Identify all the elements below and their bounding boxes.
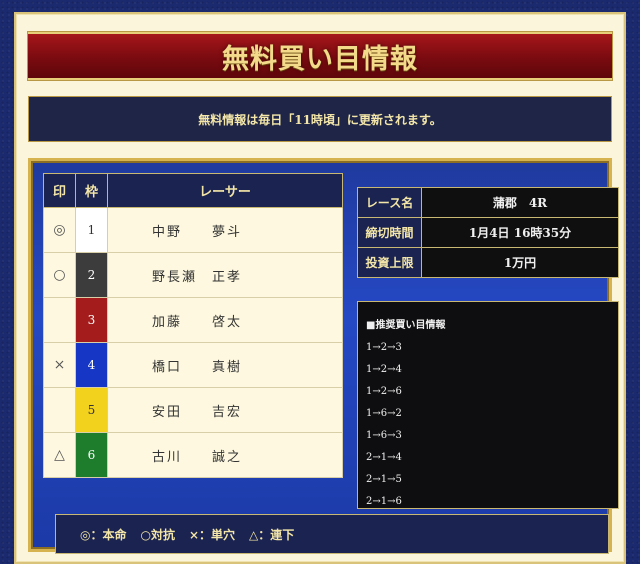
legend-item: △：連下 <box>249 527 295 542</box>
frame-number: 3 <box>75 297 108 343</box>
deadline-label: 締切時間 <box>357 217 422 248</box>
race-name-label: レース名 <box>357 187 422 218</box>
legend-item: ×：単穴 <box>188 527 236 542</box>
header-frame: 枠 <box>75 173 108 208</box>
row-mark <box>43 387 76 433</box>
frame-number: 6 <box>75 432 108 478</box>
racer-name: 野長瀬 正孝 <box>107 252 343 298</box>
table-row: △ 6 古川 誠之 <box>43 432 343 478</box>
frame-number: 1 <box>75 207 108 253</box>
row-mark: ○ <box>43 252 76 298</box>
frame-number: 5 <box>75 387 108 433</box>
table-row: ○ 2 野長瀬 正孝 <box>43 252 343 298</box>
bet-combination: 2→1→6 <box>366 496 402 507</box>
racer-table-header: 印 枠 レーサー <box>43 173 343 208</box>
racer-table: 印 枠 レーサー ◎ 1 中野 夢斗 ○ 2 野長瀬 正孝 3 加藤 啓太 × … <box>43 173 343 478</box>
row-mark: × <box>43 342 76 388</box>
frame-number: 4 <box>75 342 108 388</box>
race-name-value: 蒲郡 4R <box>421 187 619 218</box>
table-row: ◎ 1 中野 夢斗 <box>43 207 343 253</box>
bet-combination: 1→2→4 <box>366 364 402 375</box>
row-mark <box>43 297 76 343</box>
page-title: 無料買い目情報 <box>222 43 418 75</box>
racer-name: 橋口 真樹 <box>107 342 343 388</box>
legend-item: ◎：本命 <box>80 527 127 542</box>
race-name-row: レース名 蒲郡 4R <box>357 187 619 218</box>
deadline-value: 1月4日 16時35分 <box>421 217 619 248</box>
update-notice: 無料情報は毎日「11時頃」に更新されます。 <box>28 96 612 142</box>
race-panel: 印 枠 レーサー ◎ 1 中野 夢斗 ○ 2 野長瀬 正孝 3 加藤 啓太 × … <box>28 158 619 554</box>
update-notice-text: 無料情報は毎日「11時頃」に更新されます。 <box>198 112 442 127</box>
page-title-banner: 無料買い目情報 <box>28 32 612 80</box>
investment-limit-label: 投資上限 <box>357 247 422 278</box>
bet-combination: 2→1→4 <box>366 452 402 463</box>
deadline-row: 締切時間 1月4日 16時35分 <box>357 217 619 248</box>
bet-combination: 2→1→5 <box>366 474 402 485</box>
investment-limit-value: 1万円 <box>421 247 619 278</box>
recommended-bets-heading: ■推奨買い目情報 <box>366 320 446 331</box>
bet-combination: 1→2→3 <box>366 342 402 353</box>
racer-name: 古川 誠之 <box>107 432 343 478</box>
header-mark: 印 <box>43 173 76 208</box>
header-racer: レーサー <box>107 173 343 208</box>
limit-row: 投資上限 1万円 <box>357 247 619 278</box>
row-mark: △ <box>43 432 76 478</box>
row-mark: ◎ <box>43 207 76 253</box>
frame-number: 2 <box>75 252 108 298</box>
race-panel-inner: 印 枠 レーサー ◎ 1 中野 夢斗 ○ 2 野長瀬 正孝 3 加藤 啓太 × … <box>43 173 619 554</box>
racer-name: 加藤 啓太 <box>107 297 343 343</box>
mark-legend: ◎：本命 ○対抗 ×：単穴 △：連下 <box>55 514 609 554</box>
bet-combination: 1→6→2 <box>366 408 402 419</box>
bet-combination: 1→2→6 <box>366 386 402 397</box>
recommended-bets-box: ■推奨買い目情報 1→2→3 1→2→4 1→2→6 1→6→2 1→6→3 2… <box>357 301 619 509</box>
racer-name: 中野 夢斗 <box>107 207 343 253</box>
table-row: 5 安田 吉宏 <box>43 387 343 433</box>
racer-name: 安田 吉宏 <box>107 387 343 433</box>
table-row: × 4 橋口 真樹 <box>43 342 343 388</box>
bet-combination: 1→6→3 <box>366 430 402 441</box>
legend-item: ○対抗 <box>140 527 175 542</box>
table-row: 3 加藤 啓太 <box>43 297 343 343</box>
race-info-table: レース名 蒲郡 4R 締切時間 1月4日 16時35分 投資上限 1万円 <box>357 187 619 278</box>
